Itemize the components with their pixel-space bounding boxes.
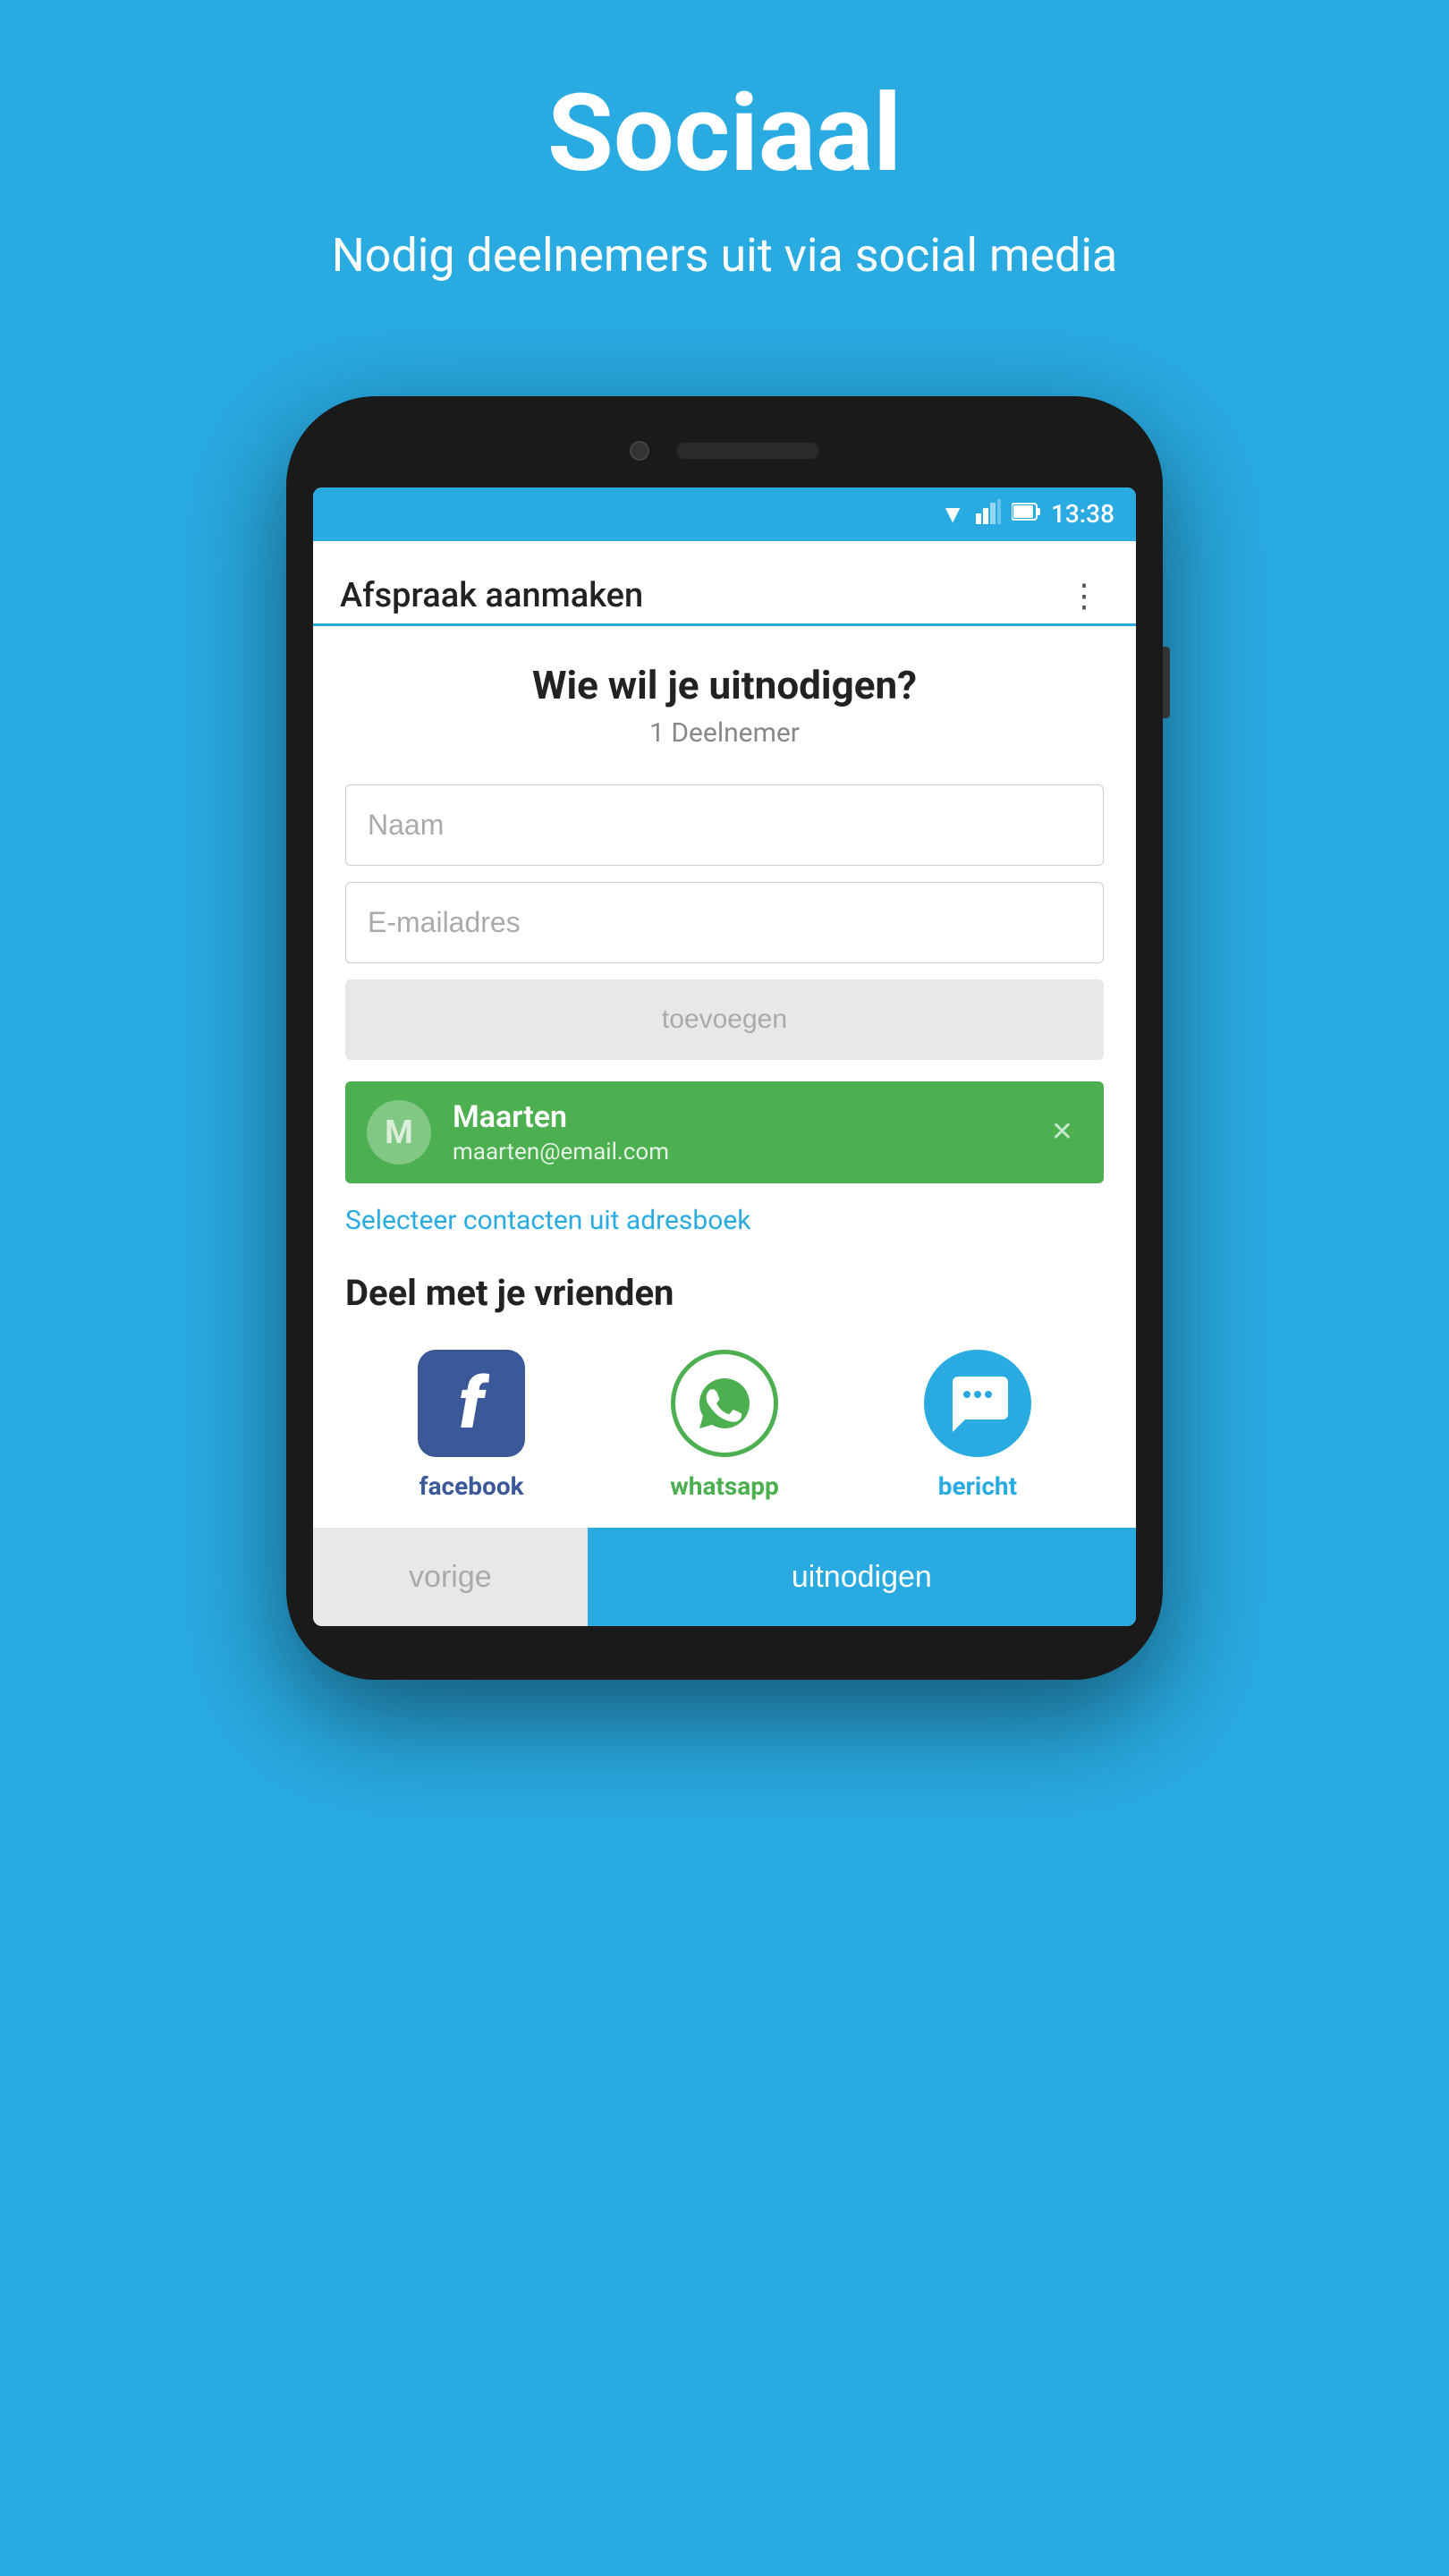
phone-mockup: ▼ [286, 396, 1163, 1680]
page-header: Sociaal Nodig deelnemers uit via social … [296, 0, 1154, 343]
app-bar: Afspraak aanmaken ⋮ [313, 541, 1136, 626]
bericht-icon [924, 1350, 1031, 1457]
whatsapp-label: whatsapp [670, 1471, 779, 1501]
participant-name: Maarten [453, 1099, 1021, 1135]
wifi-icon: ▼ [940, 499, 965, 529]
participant-remove-button[interactable]: ✕ [1042, 1107, 1082, 1157]
email-input[interactable] [345, 882, 1104, 963]
add-button[interactable]: toevoegen [345, 979, 1104, 1060]
phone-top [313, 432, 1136, 470]
status-icons: ▼ [940, 499, 1114, 530]
participant-avatar: M [367, 1100, 431, 1165]
phone-screen: ▼ [313, 487, 1136, 1626]
invite-button[interactable]: uitnodigen [588, 1528, 1136, 1626]
status-time: 13:38 [1051, 499, 1114, 529]
phone-outer: ▼ [286, 396, 1163, 1680]
whatsapp-share-button[interactable]: whatsapp [670, 1350, 779, 1501]
share-title: Deel met je vrienden [345, 1272, 1104, 1314]
participant-count: 1 Deelnemer [345, 717, 1104, 749]
participant-email: maarten@email.com [453, 1139, 1021, 1165]
phone-camera [630, 441, 649, 461]
bericht-share-button[interactable]: bericht [924, 1350, 1031, 1501]
facebook-label: facebook [419, 1471, 524, 1501]
page-subtitle: Nodig deelnemers uit via social media [332, 224, 1118, 289]
share-buttons: f facebook whatsapp [345, 1350, 1104, 1528]
naam-input[interactable] [345, 784, 1104, 866]
address-book-link[interactable]: Selecteer contacten uit adresboek [345, 1205, 1104, 1236]
phone-speaker [676, 443, 819, 459]
bericht-label: bericht [938, 1471, 1017, 1501]
status-bar: ▼ [313, 487, 1136, 541]
invite-title: Wie wil je uitnodigen? [345, 662, 1104, 708]
signal-icon [976, 499, 1001, 530]
phone-side-button [1163, 647, 1170, 718]
menu-icon[interactable]: ⋮ [1059, 568, 1109, 623]
whatsapp-icon [671, 1350, 778, 1457]
app-bar-title: Afspraak aanmaken [340, 576, 643, 615]
participant-item: M Maarten maarten@email.com ✕ [345, 1081, 1104, 1183]
app-content: Wie wil je uitnodigen? 1 Deelnemer toevo… [313, 626, 1136, 1528]
facebook-icon: f [418, 1350, 525, 1457]
participant-info: Maarten maarten@email.com [453, 1099, 1021, 1165]
back-button[interactable]: vorige [313, 1528, 588, 1626]
page-title: Sociaal [332, 72, 1118, 197]
battery-icon [1012, 502, 1040, 527]
bottom-nav: vorige uitnodigen [313, 1528, 1136, 1626]
facebook-share-button[interactable]: f facebook [418, 1350, 525, 1501]
